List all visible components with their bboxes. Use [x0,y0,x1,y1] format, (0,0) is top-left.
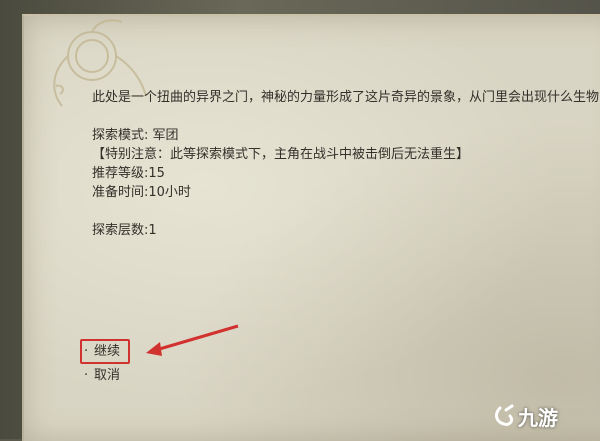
cancel-option[interactable]: · 取消 [84,364,120,388]
jiuyou-logo-icon [495,404,514,426]
recommended-level: 推荐等级:15 [92,166,165,181]
exploration-mode: 探索模式: 军团 [92,128,179,143]
highlight-box [80,339,130,364]
cancel-label: 取消 [94,368,121,383]
event-description: 此处是一个扭曲的异界之门，神秘的力量形成了这片奇异的景象，从门里会出现什么生物 [92,90,600,105]
event-description-block: 此处是一个扭曲的异界之门，神秘的力量形成了这片奇异的景象，从门里会出现什么生物 … [92,88,600,240]
exploration-floors: 探索层数:1 [92,223,157,238]
watermark-text: 九游 [518,406,558,430]
preparation-time: 准备时间:10小时 [92,185,191,200]
special-warning: 【特别注意：此等探索模式下，主角在战斗中被击倒后无法重生】 [92,147,470,162]
red-arrow-icon [146,324,239,356]
